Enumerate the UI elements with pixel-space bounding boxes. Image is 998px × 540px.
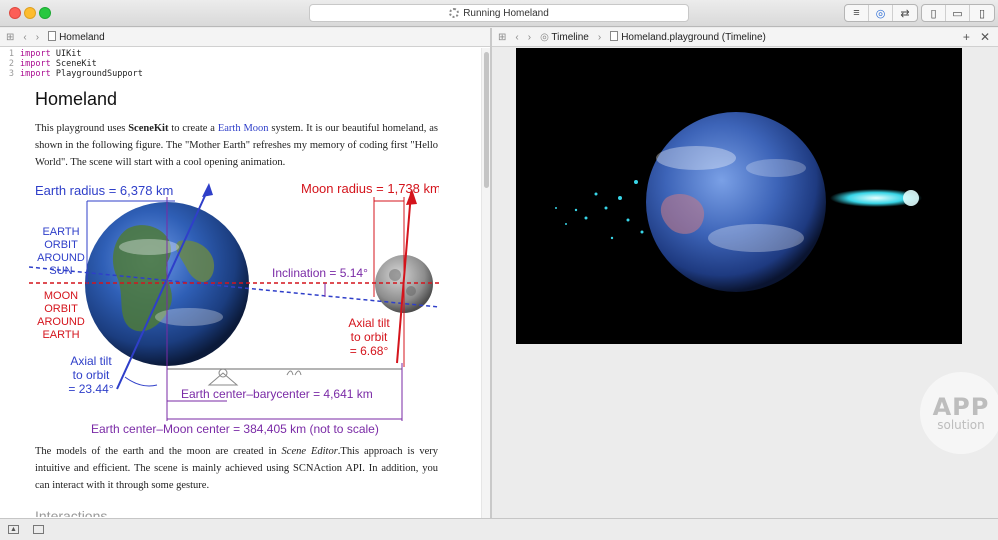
editor-mode-segmented: ≡ ◎ ⇄ <box>844 4 918 22</box>
code-line: 2 import SceneKit <box>8 59 97 69</box>
back-chevron-icon[interactable]: ‹ <box>515 32 518 43</box>
code-line: 3 import PlaygroundSupport <box>8 69 143 79</box>
primary-editor: ⊞ ‹ › Homeland 1 import UIKit 2 import Sce… <box>0 28 490 518</box>
run-mode-icon[interactable] <box>33 525 44 534</box>
code-lines: 1 import UIKit 2 import SceneKit 3 import P… <box>0 49 143 79</box>
activity-status-text: Running Homeland <box>463 7 549 19</box>
timeline-breadcrumb[interactable]: ◎ Timeline <box>540 32 589 43</box>
swift-file-icon <box>48 31 57 41</box>
moon-orbit-label-4: EARTH <box>42 329 79 341</box>
progress-spinner-icon <box>449 8 460 18</box>
moon-radius-label: Moon radius = 1,738 km <box>301 181 439 196</box>
close-window-button[interactable] <box>9 7 21 19</box>
standard-editor-icon[interactable]: ≡ <box>845 5 869 21</box>
timeline-link-icon: ◎ <box>540 31 549 43</box>
breadcrumb-file[interactable]: Homeland <box>48 31 105 43</box>
forward-chevron-icon[interactable]: › <box>528 32 531 43</box>
models-paragraph: The models of the earth and the moon are… <box>35 446 438 491</box>
code-area[interactable]: 1 import UIKit 2 import SceneKit 3 import P… <box>0 47 490 517</box>
related-items-icon[interactable]: ⊞ <box>6 32 14 43</box>
related-items-icon[interactable]: ⊞ <box>498 32 506 43</box>
right-jump-bar: ⊞ ‹ › ◎ Timeline › Homeland.playground (… <box>492 28 998 47</box>
interactions-heading: Interactions <box>35 508 108 517</box>
barycenter-label: Earth center–barycenter = 4,641 km <box>181 387 373 401</box>
rendered-markup: Homeland This playground uses SceneKit t… <box>28 89 441 517</box>
moon-tilt-label-2: to orbit <box>351 330 388 344</box>
minimize-window-button[interactable] <box>24 7 36 19</box>
left-scroll-thumb[interactable] <box>484 52 489 188</box>
close-assistant-editor-button[interactable]: ✕ <box>980 30 990 44</box>
debug-bar: ▲ <box>0 518 998 540</box>
earth-moon-link[interactable]: Earth Moon <box>218 123 269 134</box>
moon-tilt-label-3: = 6.68° <box>350 344 389 358</box>
assistant-editor-icon[interactable]: ◎ <box>869 5 893 21</box>
back-chevron-icon[interactable]: ‹ <box>23 32 26 43</box>
earth-moon-figure: Earth radius = 6,378 km Moon radius = 1,… <box>28 177 441 439</box>
earth-orbit-label-4: SUN <box>49 265 72 277</box>
earth-moon-diagram: Earth radius = 6,378 km Moon radius = 1,… <box>28 181 441 436</box>
navigator-toggle-icon[interactable]: ▯ <box>922 5 946 21</box>
watermark-small-text: solution <box>937 418 985 432</box>
forward-chevron-icon[interactable]: › <box>36 32 39 43</box>
moon-distance-label: Earth center–Moon center = 384,405 km (n… <box>91 422 379 436</box>
app-solution-watermark: APP solution <box>920 372 998 454</box>
zoom-window-button[interactable] <box>39 7 51 19</box>
doc-title: Homeland <box>35 89 118 109</box>
earth-radius-label: Earth radius = 6,378 km <box>35 183 173 198</box>
add-assistant-editor-button[interactable]: + <box>963 30 970 44</box>
live-view[interactable] <box>516 48 962 344</box>
left-vertical-scrollbar[interactable] <box>481 48 490 518</box>
view-toggle-segmented: ▯ ▭ ▯ <box>921 4 995 22</box>
window-toolbar: Running Homeland ≡ ◎ ⇄ ▯ ▭ ▯ <box>0 0 998 27</box>
debug-area-toggle-icon[interactable]: ▭ <box>946 5 970 21</box>
rotating-earth-icon <box>646 112 826 292</box>
playground-file-icon <box>610 31 619 41</box>
earth-tilt-label-2: to orbit <box>73 368 110 382</box>
show-debug-area-icon[interactable]: ▲ <box>8 525 19 534</box>
moon-orbit-label-1: MOON <box>44 290 78 302</box>
earth-orbit-label-3: AROUND <box>37 252 85 264</box>
utilities-toggle-icon[interactable]: ▯ <box>970 5 994 21</box>
earth-orbit-label-1: EARTH <box>42 226 79 238</box>
watermark-big-text: APP <box>932 393 990 421</box>
intro-paragraph: This playground uses SceneKit to create … <box>35 123 438 168</box>
activity-viewer: Running Homeland <box>309 4 689 22</box>
moon-orbit-label-2: ORBIT <box>44 303 78 315</box>
moon-tilt-label-1: Axial tilt <box>348 316 390 330</box>
line-gutter <box>0 47 22 517</box>
code-line: 1 import UIKit <box>8 49 82 59</box>
earth-tilt-label-3: = 23.44° <box>68 382 113 396</box>
playground-breadcrumb[interactable]: Homeland.playground (Timeline) <box>610 31 766 43</box>
inclination-label: Inclination = 5.14° <box>272 266 368 280</box>
assistant-editor: ⊞ ‹ › ◎ Timeline › Homeland.playground (… <box>492 28 998 518</box>
live-scene-canvas <box>555 112 922 292</box>
breadcrumb-separator-icon: › <box>597 31 602 43</box>
earth-tilt-label-1: Axial tilt <box>70 354 112 368</box>
earth-orbit-label-2: ORBIT <box>44 239 78 251</box>
left-jump-bar: ⊞ ‹ › Homeland <box>0 28 490 47</box>
version-editor-icon[interactable]: ⇄ <box>893 5 917 21</box>
moon-orbit-label-3: AROUND <box>37 316 85 328</box>
